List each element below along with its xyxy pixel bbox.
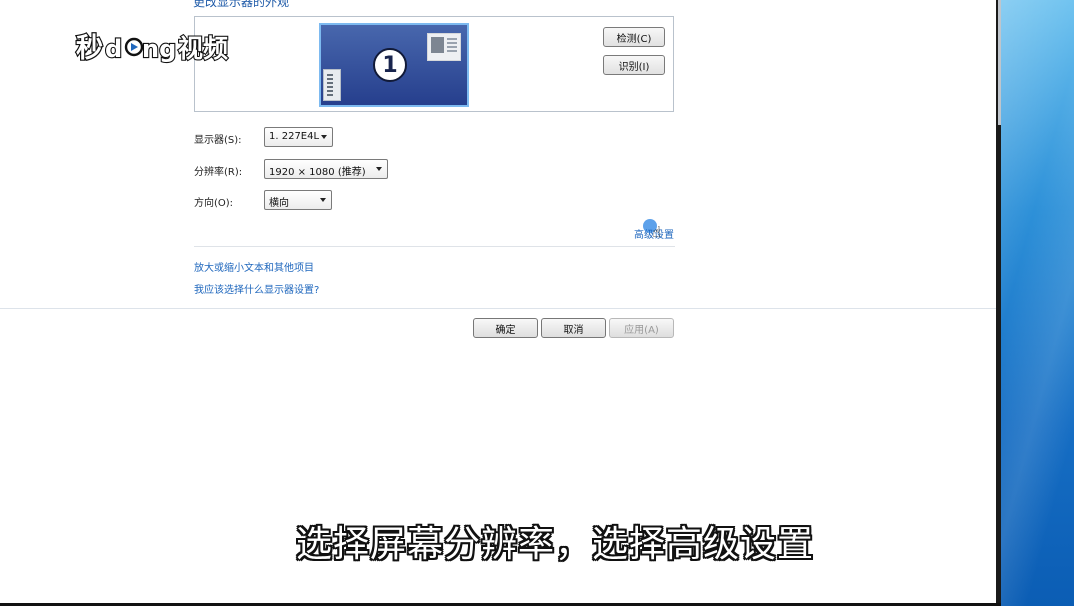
- orientation-value: 横向: [269, 198, 289, 209]
- apply-button[interactable]: 应用(A): [609, 318, 674, 338]
- resolution-value: 1920 × 1080 (推荐): [269, 167, 366, 178]
- footer-divider: [0, 308, 996, 309]
- display-settings-screen: 更改显示器的外观 1 检测(C) 识别(I) 显示器(S): 1. 227E4L…: [0, 0, 1074, 606]
- window-preview-icon: [427, 33, 461, 61]
- start-menu-preview-icon: [323, 69, 341, 101]
- hand-cursor-icon: ☝: [652, 223, 662, 241]
- section-divider: [194, 246, 675, 247]
- page-heading: 更改显示器的外观: [193, 0, 290, 9]
- display-label: 显示器(S):: [194, 135, 242, 146]
- chevron-down-icon: [321, 135, 327, 139]
- enlarge-text-link[interactable]: 放大或缩小文本和其他项目: [194, 259, 314, 274]
- chevron-down-icon: [320, 198, 326, 202]
- svg-text:d: d: [105, 35, 122, 63]
- identify-button[interactable]: 识别(I): [603, 55, 665, 75]
- chevron-down-icon: [376, 167, 382, 171]
- svg-text:秒: 秒: [76, 33, 103, 64]
- monitor-preview-panel: 1 检测(C) 识别(I): [194, 16, 674, 112]
- cancel-button[interactable]: 取消: [541, 318, 606, 338]
- ok-button[interactable]: 确定: [473, 318, 538, 338]
- display-select[interactable]: 1. 227E4L: [264, 127, 333, 147]
- display-value: 1. 227E4L: [269, 131, 320, 142]
- monitor-1-tile[interactable]: 1: [319, 23, 469, 107]
- orientation-label: 方向(O):: [194, 198, 234, 209]
- video-caption: 选择屏幕分辨率，选择高级设置: [296, 524, 815, 565]
- svg-text:ng: ng: [142, 35, 176, 63]
- detect-button[interactable]: 检测(C): [603, 27, 665, 47]
- svg-text:视频: 视频: [178, 34, 228, 63]
- monitor-number-badge: 1: [373, 48, 407, 82]
- display-settings-help-link[interactable]: 我应该选择什么显示器设置?: [194, 281, 319, 296]
- watermark-logo: 秒 d ng 视频: [75, 32, 229, 65]
- resolution-select[interactable]: 1920 × 1080 (推荐): [264, 159, 388, 179]
- resolution-label: 分辨率(R):: [194, 167, 243, 178]
- desktop-background: [1001, 0, 1074, 606]
- orientation-select[interactable]: 横向: [264, 190, 332, 210]
